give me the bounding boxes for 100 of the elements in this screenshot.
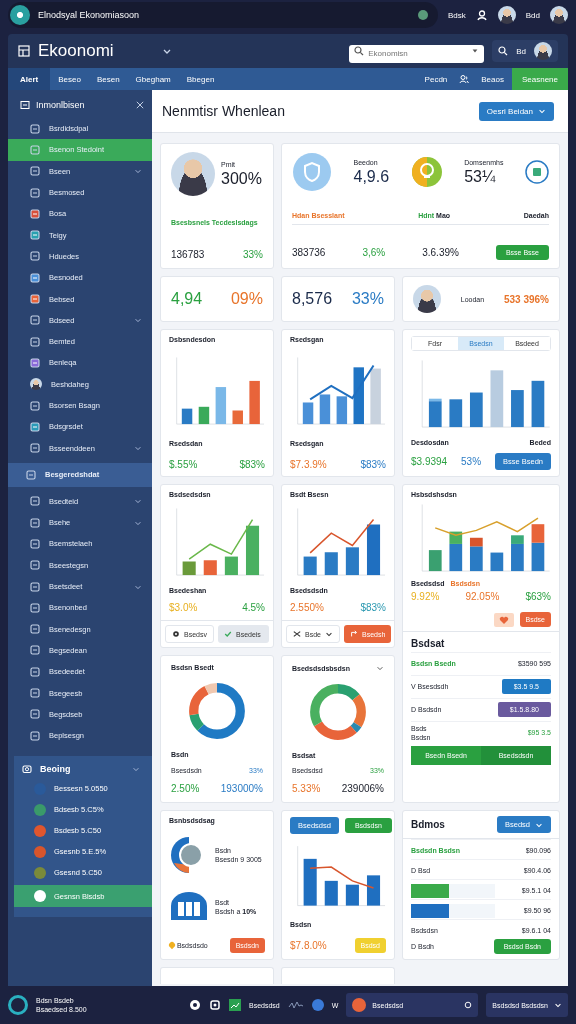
people-icon[interactable] [459,74,470,84]
square-icon [30,400,40,411]
caret-icon [471,47,480,55]
user-label: Bd [516,46,526,56]
chevron-icon [134,316,142,325]
globe-icon[interactable] [417,10,428,20]
avatar [413,285,441,313]
avatar [352,998,367,1012]
square-icon [30,315,40,326]
avatar [30,378,42,391]
chart-value: $3.0% [169,601,198,613]
chart-value: 2.550% [290,601,324,613]
check-icon [223,630,232,638]
chart-total: 239006% [341,783,384,794]
stat-value: 8,576 [292,290,333,308]
stat-value: 53¼ [464,167,497,186]
nav-tab[interactable]: Bbegen [178,68,223,90]
avatar [171,152,215,196]
chevron-icon [134,167,142,176]
chart-change: 53% [461,456,482,467]
chart-change: $83% [239,458,265,470]
square-icon [30,187,40,198]
square-icon [30,144,40,155]
chart-value: 92.05% [465,591,500,602]
chart-value: $7.8.0% [290,940,327,951]
chevron-icon [134,444,142,453]
square-icon [30,602,40,613]
chart-value: 5.33% [292,783,321,794]
window-icon [20,100,30,110]
stat-change: 33% [243,249,263,260]
square-icon [30,208,40,219]
stat-value: 4,94 [171,290,203,308]
square-icon [30,357,40,368]
square-icon [30,336,40,347]
avatar[interactable] [550,6,568,24]
sidebar-title: Inmonlbisen [36,100,85,110]
square-icon [30,539,40,549]
avatar[interactable] [497,6,516,24]
user-label: Bdsk [447,10,466,20]
stat-change: 533 396% [503,293,549,305]
square-icon [30,230,40,241]
bulb-icon [410,156,443,188]
stat-value: 300% [221,169,262,188]
square-icon [30,624,40,635]
person-icon[interactable] [475,9,488,21]
nav-link[interactable]: Pecdn [416,68,456,90]
square-icon [26,469,36,480]
chart-value: $7.3.9% [290,458,327,470]
grid-icon[interactable] [18,45,30,57]
square-icon [30,709,40,720]
close-icon[interactable] [136,101,144,109]
avatar [534,42,552,60]
nav-tab[interactable]: Besen [88,68,128,90]
wave-icon[interactable] [287,1001,304,1009]
search-icon [464,1001,473,1009]
logo-icon [10,5,30,25]
stat-change: 33% [351,290,384,308]
chart-change: $63% [525,591,551,602]
chart-total: 193000% [220,783,263,794]
square-icon [30,496,40,507]
filter-button[interactable]: Oesri Beidan [478,101,554,121]
stat-change: 09% [230,290,263,308]
nav-tab[interactable]: Alert [8,68,51,90]
nav-tab[interactable]: Gbegham [127,68,179,90]
wallet-title: Beoing [40,764,71,775]
chevron-icon [554,1001,562,1009]
square-icon [30,443,40,454]
square-icon [30,123,40,134]
chevron-icon [324,630,333,638]
record-icon[interactable] [189,999,201,1011]
square-icon [30,730,40,741]
shield-icon [292,152,332,192]
share-icon [349,630,358,638]
search-field[interactable]: Ekonomisn [349,44,485,63]
stat-change: 3,6% [362,247,386,258]
stat-total: 136783 [171,249,205,260]
square-icon [30,272,40,283]
stat-value: 4,9.6 [353,167,390,186]
square-icon [30,581,40,592]
square-icon [30,517,40,528]
chart-change: 4.5% [242,601,265,613]
user-menu[interactable]: Bd [492,40,558,62]
square-icon [30,645,40,656]
chart-icon[interactable] [229,999,241,1011]
ledger-title: Bsdsat [411,638,446,649]
nav-tab[interactable]: Beseo [50,68,89,90]
chart-change: $83% [360,601,386,613]
square-icon [30,251,40,262]
page-heading: Nenmtisr Whenlean [162,103,285,119]
donut-drawing [186,680,248,742]
chevron-icon [538,107,546,115]
globe-icon[interactable] [311,999,324,1011]
user-code: Bdd [525,10,540,20]
card-title: Bdmos [411,819,445,830]
chart-value: $3.9394 [411,456,448,467]
square-icon [30,294,40,304]
nav-link[interactable]: Beaos [473,68,512,90]
chevron-icon [134,497,142,506]
square-icon [30,666,40,677]
square-icon [30,688,40,699]
